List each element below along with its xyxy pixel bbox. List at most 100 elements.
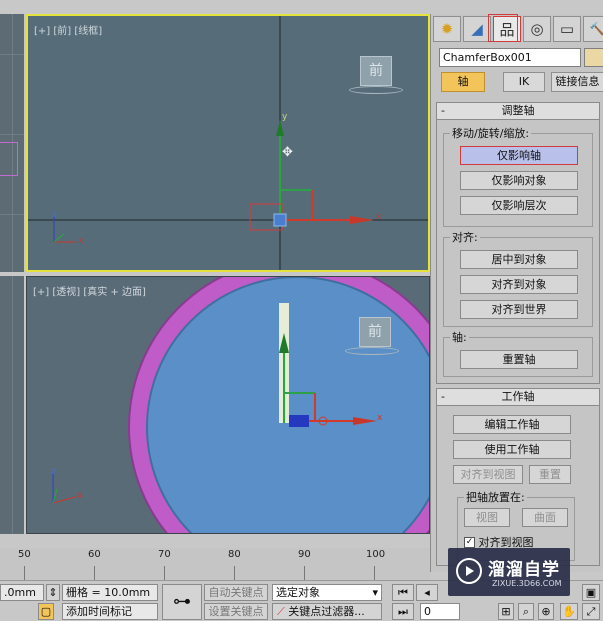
move-cursor-icon: ✥ (282, 145, 293, 160)
zoom-all-icon[interactable]: ⊕ (538, 603, 554, 620)
group-title: 把轴放置在: (464, 491, 527, 504)
auto-key-button[interactable]: 自动关键点 (204, 584, 268, 601)
pivot-subtab[interactable]: 轴 (441, 72, 485, 92)
front-viewport-canvas: ✥ (28, 16, 428, 270)
center-to-object-button[interactable]: 居中到对象 (460, 250, 578, 269)
alignment-group: 对齐: 居中到对象 对齐到对象 对齐到世界 (443, 231, 593, 327)
align-to-object-button[interactable]: 对齐到对象 (460, 275, 578, 294)
tick (304, 566, 305, 580)
watermark-url: ZIXUE.3D66.COM (492, 579, 562, 588)
viewcube-ring[interactable] (349, 86, 403, 94)
gizmo-x-label: x (376, 212, 382, 222)
align-to-view-button[interactable]: 对齐到视图 (453, 465, 523, 484)
tick (234, 566, 235, 580)
affect-hierarchy-only-button[interactable]: 仅影响层次 (460, 196, 578, 215)
rollout-header[interactable]: - 工作轴 (437, 389, 599, 406)
motion-tab[interactable]: ◎ (523, 16, 551, 42)
gizmo-x-arrow[interactable] (350, 216, 374, 224)
viewport-divider (0, 272, 24, 276)
use-working-pivot-button[interactable]: 使用工作轴 (453, 440, 571, 459)
adjust-pivot-rollout: - 调整轴 移动/旋转/缩放: 仅影响轴 仅影响对象 仅影响层次 对齐: 居中到… (436, 102, 600, 384)
rollout-title: 工作轴 (501, 390, 535, 403)
modify-tab[interactable]: ◢ (463, 16, 491, 42)
time-track-bar[interactable]: 50 60 70 80 90 100 (0, 548, 430, 580)
watermark-brand: 溜溜自学 (488, 560, 560, 580)
utilities-icon: 🔨 (589, 22, 603, 36)
tick-label: 100 (366, 549, 386, 560)
watermark-logo-icon (456, 558, 482, 584)
selection-dropdown[interactable]: 选定对象 ▾ (272, 584, 382, 601)
create-tab[interactable]: ✹ (433, 16, 461, 42)
left-viewport-partial[interactable] (0, 14, 24, 534)
display-tab[interactable]: ▭ (553, 16, 581, 42)
pivot-center[interactable] (289, 415, 309, 427)
rollout-header[interactable]: - 调整轴 (437, 103, 599, 120)
viewcube[interactable]: 前 (359, 317, 391, 347)
front-viewport[interactable]: [+] [前] [线框] ✥ y x z x 前 (26, 14, 430, 272)
axis-tripod-y (52, 488, 58, 504)
time-tag-icon[interactable]: ▢ (38, 603, 54, 620)
pivot-center[interactable] (273, 213, 287, 227)
tick (94, 566, 95, 580)
tick (24, 566, 25, 580)
viewcube[interactable]: 前 (360, 56, 392, 86)
previous-frame-icon[interactable]: ◂ (416, 584, 438, 601)
ik-subtab[interactable]: IK (503, 72, 545, 92)
place-surface-button[interactable]: 曲面 (522, 508, 568, 527)
key-filters-label: 关键点过滤器... (288, 605, 365, 618)
field-of-view-icon[interactable]: ▣ (582, 584, 600, 601)
checkbox-checked-icon[interactable]: ✓ (464, 536, 475, 548)
grid-size-field: 栅格 = 10.0mm (62, 584, 158, 601)
object-color-swatch[interactable] (584, 48, 603, 67)
time-config-icon[interactable]: ⊞ (498, 603, 514, 620)
hierarchy-tab-highlight (488, 14, 518, 42)
rollout-title: 调整轴 (501, 104, 535, 117)
object-edge (0, 142, 18, 176)
viewcube-ring[interactable] (345, 347, 399, 355)
modify-icon: ◢ (471, 20, 483, 38)
tick-label: 60 (88, 549, 101, 560)
selection-dropdown-value: 选定对象 (276, 586, 320, 599)
coordinate-field[interactable]: .0mm (0, 584, 44, 601)
collapse-icon: - (441, 390, 445, 403)
utilities-tab[interactable]: 🔨 (583, 16, 603, 42)
zoom-icon[interactable]: ⌕ (518, 603, 534, 620)
reset-working-pivot-button[interactable]: 重置 (529, 465, 571, 484)
gizmo-y-arrow[interactable] (276, 120, 284, 136)
tick-label: 90 (298, 549, 311, 560)
set-key-button[interactable]: 设置关键点 (204, 603, 268, 620)
current-frame-field[interactable]: 0 (420, 603, 460, 620)
group-title: 对齐: (450, 231, 480, 244)
maximize-viewport-icon[interactable]: ⤢ (582, 603, 600, 620)
axis-tripod-y (53, 233, 65, 243)
key-mode-icon[interactable]: ⊶ (162, 584, 202, 620)
place-view-button[interactable]: 视图 (464, 508, 510, 527)
tripod-x-label: x (78, 236, 84, 246)
add-time-tag-field[interactable]: 添加时间标记 (62, 603, 158, 620)
perspective-viewport-canvas (52, 277, 429, 533)
edit-working-pivot-button[interactable]: 编辑工作轴 (453, 415, 571, 434)
tripod-x-label: x (77, 491, 83, 501)
go-to-start-icon[interactable]: ⏮ (392, 584, 414, 601)
tick-label: 80 (228, 549, 241, 560)
key-filters-button[interactable]: ⟋ 关键点过滤器... (272, 603, 382, 620)
group-title: 移动/旋转/缩放: (450, 127, 532, 140)
key-mode-toggle-icon[interactable]: ⏭ (392, 603, 414, 620)
perspective-viewport[interactable]: [+] [透视] [真实 + 边面] x z x 前 (26, 276, 430, 534)
object-name-field[interactable]: ChamferBox001 (439, 48, 581, 67)
affect-object-only-button[interactable]: 仅影响对象 (460, 171, 578, 190)
collapse-icon: - (441, 104, 445, 117)
chevron-down-icon: ▾ (372, 586, 378, 599)
spinner-icon[interactable]: ⇕ (46, 584, 60, 601)
motion-icon: ◎ (530, 20, 544, 38)
create-icon: ✹ (440, 20, 454, 38)
link-info-subtab[interactable]: 链接信息 (551, 72, 603, 92)
affect-pivot-only-button[interactable]: 仅影响轴 (460, 146, 578, 165)
reset-pivot-button[interactable]: 重置轴 (460, 350, 578, 369)
pan-icon[interactable]: ✋ (560, 603, 578, 620)
align-to-world-button[interactable]: 对齐到世界 (460, 300, 578, 319)
tick (164, 566, 165, 580)
tick-label: 50 (18, 549, 31, 560)
watermark: 溜溜自学 ZIXUE.3D66.COM (448, 548, 570, 596)
command-panel-tabs: ✹ ◢ 品 ◎ ▭ 🔨 (433, 16, 603, 44)
